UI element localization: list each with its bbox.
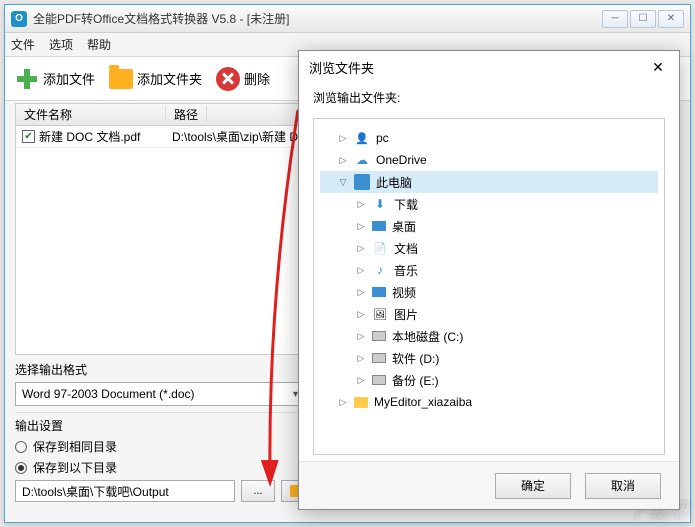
delete-icon — [216, 67, 240, 91]
col-path[interactable]: 路径 — [166, 106, 207, 123]
app-icon: O — [11, 11, 27, 27]
expander-icon[interactable]: ▷ — [356, 243, 366, 254]
maximize-button[interactable]: ☐ — [630, 10, 656, 28]
ic-disk-icon — [372, 353, 386, 363]
tree-item[interactable]: ▷ 图片 — [320, 303, 658, 325]
ic-disk-icon — [372, 331, 386, 341]
titlebar: O 全能PDF转Office文档格式转换器 V5.8 - [未注册] ─ ☐ ✕ — [5, 5, 690, 33]
checkbox-icon: ✔ — [22, 130, 35, 143]
tree-item[interactable]: ▷ 软件 (D:) — [320, 347, 658, 369]
expander-icon[interactable]: ▷ — [356, 199, 366, 210]
menu-file[interactable]: 文件 — [11, 36, 35, 53]
ic-pc-icon — [354, 130, 370, 146]
window-title: 全能PDF转Office文档格式转换器 V5.8 - [未注册] — [33, 10, 602, 27]
ic-disk-icon — [372, 375, 386, 385]
ic-thispc-icon — [354, 174, 370, 190]
minimize-button[interactable]: ─ — [602, 10, 628, 28]
tree-item[interactable]: ▷ 桌面 — [320, 215, 658, 237]
ic-desktop-icon — [372, 221, 386, 231]
tree-label: OneDrive — [376, 153, 427, 167]
tree-label: pc — [376, 131, 389, 145]
ic-music-icon — [372, 262, 388, 278]
expander-icon[interactable]: ▷ — [338, 397, 348, 408]
ic-folder-icon — [354, 397, 368, 408]
tree-item[interactable]: ▽ 此电脑 — [320, 171, 658, 193]
tree-label: 桌面 — [392, 218, 416, 235]
format-select[interactable]: Word 97-2003 Document (*.doc) ▾ — [15, 382, 305, 406]
expander-icon[interactable]: ▷ — [356, 287, 366, 298]
dialog-close-button[interactable]: ✕ — [647, 56, 669, 78]
ic-doc-icon — [372, 240, 388, 256]
ic-download-icon — [372, 196, 388, 212]
radio-icon — [15, 462, 27, 474]
add-file-button[interactable]: 添加文件 — [15, 67, 95, 91]
dialog-title: 浏览文件夹 — [309, 58, 374, 77]
delete-button[interactable]: 删除 — [216, 67, 270, 91]
tree-label: MyEditor_xiazaiba — [374, 395, 472, 409]
ic-onedrive-icon — [354, 152, 370, 168]
plus-icon — [15, 67, 39, 91]
output-path-input[interactable]: D:\tools\桌面\下载吧\Output — [15, 480, 235, 502]
ok-button[interactable]: 确定 — [495, 473, 571, 499]
tree-item[interactable]: ▷ 文档 — [320, 237, 658, 259]
tree-label: 文档 — [394, 240, 418, 257]
expander-icon[interactable]: ▽ — [338, 177, 348, 188]
tree-item[interactable]: ▷ 备份 (E:) — [320, 369, 658, 391]
tree-label: 本地磁盘 (C:) — [392, 328, 463, 345]
ic-pic-icon — [372, 306, 388, 322]
expander-icon[interactable]: ▷ — [356, 309, 366, 320]
tree-item[interactable]: ▷ 音乐 — [320, 259, 658, 281]
folder-icon — [109, 69, 133, 89]
expander-icon[interactable]: ▷ — [356, 331, 366, 342]
expander-icon[interactable]: ▷ — [338, 133, 348, 144]
expander-icon[interactable]: ▷ — [338, 155, 348, 166]
expander-icon[interactable]: ▷ — [356, 375, 366, 386]
expander-icon[interactable]: ▷ — [356, 265, 366, 276]
tree-item[interactable]: ▷ pc — [320, 127, 658, 149]
tree-label: 图片 — [394, 306, 418, 323]
tree-label: 视频 — [392, 284, 416, 301]
tree-item[interactable]: ▷ 本地磁盘 (C:) — [320, 325, 658, 347]
expander-icon[interactable]: ▷ — [356, 353, 366, 364]
tree-label: 软件 (D:) — [392, 350, 439, 367]
menu-options[interactable]: 选项 — [49, 36, 73, 53]
tree-item[interactable]: ▷ 视频 — [320, 281, 658, 303]
dialog-subtitle: 浏览输出文件夹: — [299, 83, 679, 112]
tree-label: 音乐 — [394, 262, 418, 279]
browse-button[interactable]: ... — [241, 480, 275, 502]
expander-icon[interactable]: ▷ — [356, 221, 366, 232]
tree-label: 此电脑 — [376, 174, 412, 191]
cancel-button[interactable]: 取消 — [585, 473, 661, 499]
tree-item[interactable]: ▷ MyEditor_xiazaiba — [320, 391, 658, 413]
close-button[interactable]: ✕ — [658, 10, 684, 28]
add-folder-button[interactable]: 添加文件夹 — [109, 69, 202, 89]
browse-folder-dialog: 浏览文件夹 ✕ 浏览输出文件夹: ▷pc▷OneDrive▽此电脑▷下载▷桌面▷… — [298, 50, 680, 510]
ic-video-icon — [372, 287, 386, 297]
radio-icon — [15, 441, 27, 453]
menu-help[interactable]: 帮助 — [87, 36, 111, 53]
tree-item[interactable]: ▷ OneDrive — [320, 149, 658, 171]
tree-label: 下载 — [394, 196, 418, 213]
tree-item[interactable]: ▷ 下载 — [320, 193, 658, 215]
folder-tree[interactable]: ▷ pc ▷ OneDrive ▽ 此电脑 ▷ 下载 ▷ 桌面 ▷ 文档 ▷ 音乐 ▷ 视频 ▷ 图片 ▷ 本地磁盘 … — [313, 118, 665, 455]
tree-label: 备份 (E:) — [392, 372, 439, 389]
col-filename[interactable]: 文件名称 — [16, 106, 166, 123]
